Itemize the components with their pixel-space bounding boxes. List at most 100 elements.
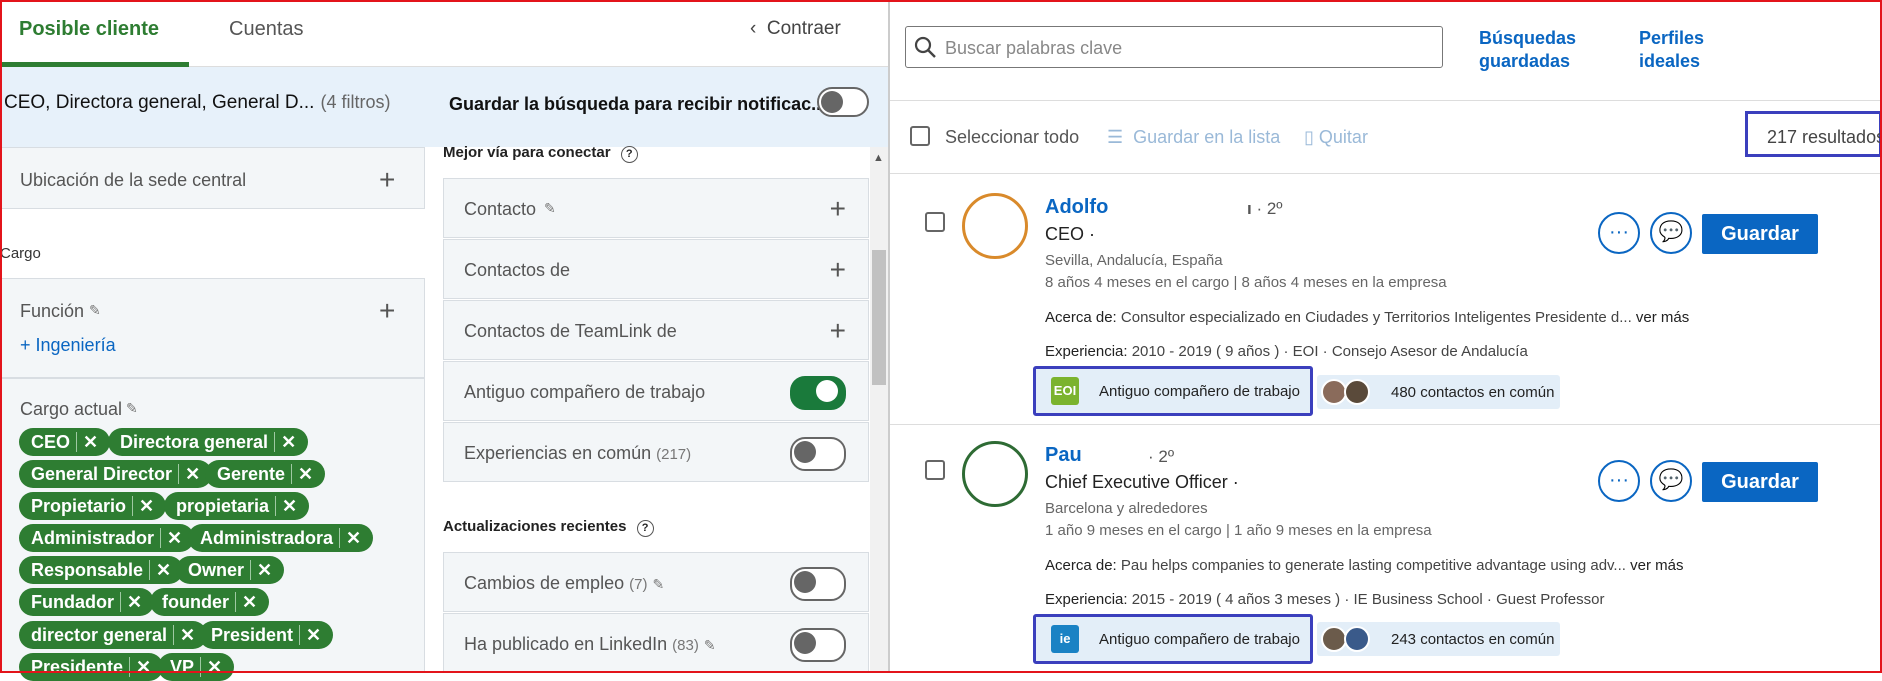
pin-icon: ✎ [652,576,665,592]
remove-button[interactable]: ▯ Quitar [1304,127,1368,148]
title-chip[interactable]: VP ✕ [158,653,235,681]
plus-icon[interactable]: + [379,297,395,325]
see-more-link[interactable]: ver más [1630,557,1683,574]
section-cargo: Cargo [0,245,41,262]
shared-connections[interactable]: 243 contactos en común [1317,622,1560,656]
close-icon: ✕ [299,625,322,645]
cambios-empleo-toggle[interactable] [790,567,846,601]
close-icon: ✕ [76,432,99,452]
connection-degree: · 2º [1148,447,1175,466]
scroll-up-icon[interactable]: ▲ [873,152,884,164]
title-chip[interactable]: director general ✕ [19,621,208,649]
save-to-list-button[interactable]: ☰ Guardar en la lista [1107,127,1280,148]
close-icon: ✕ [173,625,196,645]
hq-location-label: Ubicación de la sede central [20,170,247,190]
title-chip[interactable]: Responsable ✕ [19,556,184,584]
result-tenure: 8 años 4 meses en el cargo | 8 años 4 me… [1045,274,1447,291]
result-checkbox[interactable] [925,460,945,480]
filters-scrollbar[interactable] [870,147,888,673]
filter-contacto[interactable]: Contacto ✎ + [443,178,869,238]
scroll-thumb[interactable] [872,250,886,385]
close-icon: ✕ [250,560,273,580]
pin-icon[interactable]: ✎ [126,400,138,417]
see-more-link[interactable]: ver más [1636,309,1689,326]
title-chip[interactable]: President ✕ [199,621,334,649]
experiencias-comun-toggle[interactable] [790,437,846,471]
close-icon: ✕ [132,496,155,516]
avatar[interactable] [962,441,1028,507]
title-chip[interactable]: Owner ✕ [176,556,285,584]
collapse-button[interactable]: ‹ Contraer [750,18,841,40]
publicado-linkedin-toggle[interactable] [790,628,846,662]
filter-contactos-de[interactable]: Contactos de + [443,239,869,299]
title-chip[interactable]: Propietario ✕ [19,492,167,520]
former-colleague-badge[interactable]: ie Antiguo compañero de trabajo [1033,614,1313,664]
former-colleague-badge[interactable]: EOI Antiguo compañero de trabajo [1033,366,1313,416]
plus-icon[interactable]: + [830,195,846,223]
filter-teamlink[interactable]: Contactos de TeamLink de + [443,300,869,360]
ideal-profiles-link[interactable]: Perfiles ideales [1639,27,1704,73]
title-chip[interactable]: General Director ✕ [19,460,213,488]
result-checkbox[interactable] [925,212,945,232]
result-experience: Experiencia: 2010 - 2019 ( 9 años ) · EO… [1045,343,1528,360]
plus-icon[interactable]: + [830,317,846,345]
shared-connections[interactable]: 480 contactos en común [1317,375,1560,409]
close-icon: ✕ [235,592,258,612]
results-count: 217 resultados [1767,127,1882,147]
help-icon[interactable]: ? [620,146,638,163]
eoi-logo-icon: EOI [1051,377,1079,405]
more-options-button[interactable]: ··· [1598,212,1640,254]
result-name[interactable]: Pau [1045,444,1082,467]
recent-updates-header: Actualizaciones recientes ? [443,518,654,537]
title-chip[interactable]: propietaria ✕ [164,492,310,520]
ie-logo-icon: ie [1051,625,1079,653]
tab-posible-cliente[interactable]: Posible cliente [19,18,159,41]
result-experience: Experiencia: 2015 - 2019 ( 4 años 3 mese… [1045,591,1605,608]
title-chip[interactable]: Presidente ✕ [19,653,164,681]
select-all-label[interactable]: Seleccionar todo [945,127,1079,148]
filter-summary[interactable]: CEO, Directora general, General D... (4 f… [4,92,390,114]
badge-label: Antiguo compañero de trabajo [1099,631,1300,648]
close-icon: ✕ [339,528,362,548]
tab-cuentas[interactable]: Cuentas [229,18,304,41]
result-about: Acerca de: Pau helps companies to genera… [1045,557,1684,574]
title-chip[interactable]: Fundador ✕ [19,588,155,616]
save-search-toggle[interactable] [817,87,869,117]
search-icon [914,36,936,58]
more-options-button[interactable]: ··· [1598,460,1640,502]
title-chip[interactable]: Gerente ✕ [205,460,326,488]
connection-degree: ı · 2º [1247,199,1283,218]
filter-cambios-empleo: Cambios de empleo (7) ✎ [443,552,869,612]
avatar[interactable] [962,193,1028,259]
antiguo-companero-toggle[interactable] [790,376,846,410]
function-value[interactable]: + Ingeniería [20,335,116,356]
result-about: Acerca de: Consultor especializado en Ci… [1045,309,1690,326]
message-icon[interactable]: 💬 [1650,460,1692,502]
help-icon[interactable]: ? [636,520,654,537]
result-name[interactable]: Adolfo [1045,196,1108,219]
pin-icon[interactable]: ✎ [89,302,101,319]
title-chip[interactable]: CEO ✕ [19,428,111,456]
shared-connections-label: 480 contactos en común [1391,384,1555,401]
save-button[interactable]: Guardar [1702,214,1818,254]
badge-label: Antiguo compañero de trabajo [1099,383,1300,400]
shared-connections-label: 243 contactos en común [1391,631,1555,648]
select-all-checkbox[interactable] [910,126,930,146]
message-icon[interactable]: 💬 [1650,212,1692,254]
title-chip[interactable]: Administrador ✕ [19,524,195,552]
title-chip[interactable]: founder ✕ [150,588,270,616]
pin-icon[interactable]: ✎ [544,200,556,217]
hq-location-filter[interactable]: Ubicación de la sede central + [0,147,425,209]
close-icon: ✕ [291,464,314,484]
title-chip[interactable]: Directora general ✕ [108,428,309,456]
filter-count: (4 filtros) [320,92,391,112]
result-location: Sevilla, Andalucía, España [1045,252,1223,269]
avatar [1344,626,1370,652]
saved-searches-link[interactable]: Búsquedas guardadas [1479,27,1576,73]
title-chip[interactable]: Administradora ✕ [188,524,374,552]
filter-summary-text: CEO, Directora general, General D... [4,92,315,113]
close-icon: ✕ [275,496,298,516]
plus-icon[interactable]: + [830,256,846,284]
plus-icon[interactable]: + [379,166,395,194]
save-button[interactable]: Guardar [1702,462,1818,502]
